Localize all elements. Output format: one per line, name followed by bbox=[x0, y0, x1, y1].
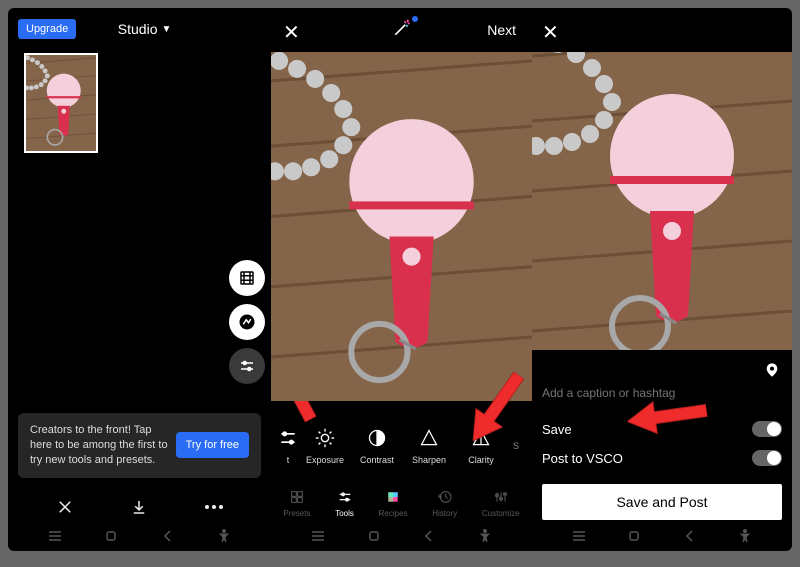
tool-label: Sharpen bbox=[412, 455, 446, 465]
montage-fab[interactable] bbox=[229, 304, 265, 340]
tool-exposure[interactable]: Exposure bbox=[299, 427, 351, 465]
topbar: Upgrade Studio ▼ bbox=[8, 15, 271, 43]
save-row: Save bbox=[542, 421, 782, 437]
post-vsco-row: Post to VSCO bbox=[542, 450, 782, 466]
tool-label: Exposure bbox=[306, 455, 344, 465]
tool-partial-s[interactable]: S bbox=[507, 441, 525, 451]
more-button[interactable] bbox=[203, 496, 225, 518]
home-icon[interactable] bbox=[102, 527, 120, 545]
recents-icon[interactable] bbox=[570, 527, 588, 545]
tool-clarity[interactable]: Clarity bbox=[455, 427, 507, 465]
android-nav bbox=[8, 521, 271, 551]
location-pin-icon[interactable] bbox=[764, 360, 780, 385]
post-vsco-toggle[interactable] bbox=[752, 450, 782, 466]
save-label: Save bbox=[542, 422, 572, 437]
chevron-down-icon: ▼ bbox=[162, 24, 172, 35]
promo-banner: Creators to the front! Tap here to be am… bbox=[18, 413, 261, 478]
magic-wand-icon[interactable] bbox=[392, 18, 412, 43]
android-nav bbox=[532, 521, 792, 551]
post-photo bbox=[532, 52, 792, 350]
tool-sharpen[interactable]: Sharpen bbox=[403, 427, 455, 465]
tool-scroller[interactable]: t Exposure Contrast Sharpen Clarity S bbox=[271, 416, 532, 476]
accessibility-icon[interactable] bbox=[736, 527, 754, 545]
upgrade-button[interactable]: Upgrade bbox=[18, 19, 76, 39]
home-icon[interactable] bbox=[365, 527, 383, 545]
tool-contrast[interactable]: Contrast bbox=[351, 427, 403, 465]
close-button[interactable]: ✕ bbox=[542, 20, 559, 45]
studio-label: Studio bbox=[118, 21, 158, 37]
accessibility-icon[interactable] bbox=[215, 527, 233, 545]
back-icon[interactable] bbox=[159, 527, 177, 545]
close-button[interactable]: ✕ bbox=[283, 20, 300, 45]
photo-thumbnail[interactable] bbox=[24, 53, 98, 153]
tool-label: Contrast bbox=[360, 455, 394, 465]
studio-screen: Upgrade Studio ▼ Creators to the front! … bbox=[8, 8, 271, 551]
tab-customize[interactable]: Customize bbox=[482, 488, 520, 518]
try-free-button[interactable]: Try for free bbox=[176, 432, 249, 458]
save-toggle[interactable] bbox=[752, 421, 782, 437]
caption-input[interactable] bbox=[542, 386, 782, 400]
accessibility-icon[interactable] bbox=[476, 527, 494, 545]
download-button[interactable] bbox=[128, 496, 150, 518]
tab-recipes[interactable]: Recipes bbox=[379, 488, 408, 518]
recents-icon[interactable] bbox=[46, 527, 64, 545]
tool-adjust-partial[interactable]: t bbox=[277, 427, 299, 465]
post-screen: ✕ Save Post to VSCO Save and Post bbox=[532, 8, 792, 551]
promo-text: Creators to the front! Tap here to be am… bbox=[30, 423, 168, 468]
next-button[interactable]: Next bbox=[487, 22, 516, 38]
close-button[interactable] bbox=[54, 496, 76, 518]
tab-tools[interactable]: Tools bbox=[335, 488, 354, 518]
android-nav bbox=[271, 521, 532, 551]
back-icon[interactable] bbox=[681, 527, 699, 545]
post-vsco-label: Post to VSCO bbox=[542, 451, 623, 466]
edit-screen: ✕ Next t Exposure Contrast Sharpen bbox=[271, 8, 532, 551]
home-icon[interactable] bbox=[625, 527, 643, 545]
tab-presets[interactable]: Presets bbox=[283, 488, 310, 518]
film-fab[interactable] bbox=[229, 260, 265, 296]
tab-history[interactable]: History bbox=[432, 488, 457, 518]
studio-dropdown[interactable]: Studio ▼ bbox=[118, 21, 172, 37]
tool-label: Clarity bbox=[468, 455, 494, 465]
back-icon[interactable] bbox=[420, 527, 438, 545]
save-and-post-button[interactable]: Save and Post bbox=[542, 484, 782, 520]
edit-photo[interactable] bbox=[271, 52, 532, 401]
bottom-action-row bbox=[8, 490, 271, 524]
recents-icon[interactable] bbox=[309, 527, 327, 545]
adjust-fab[interactable] bbox=[229, 348, 265, 384]
